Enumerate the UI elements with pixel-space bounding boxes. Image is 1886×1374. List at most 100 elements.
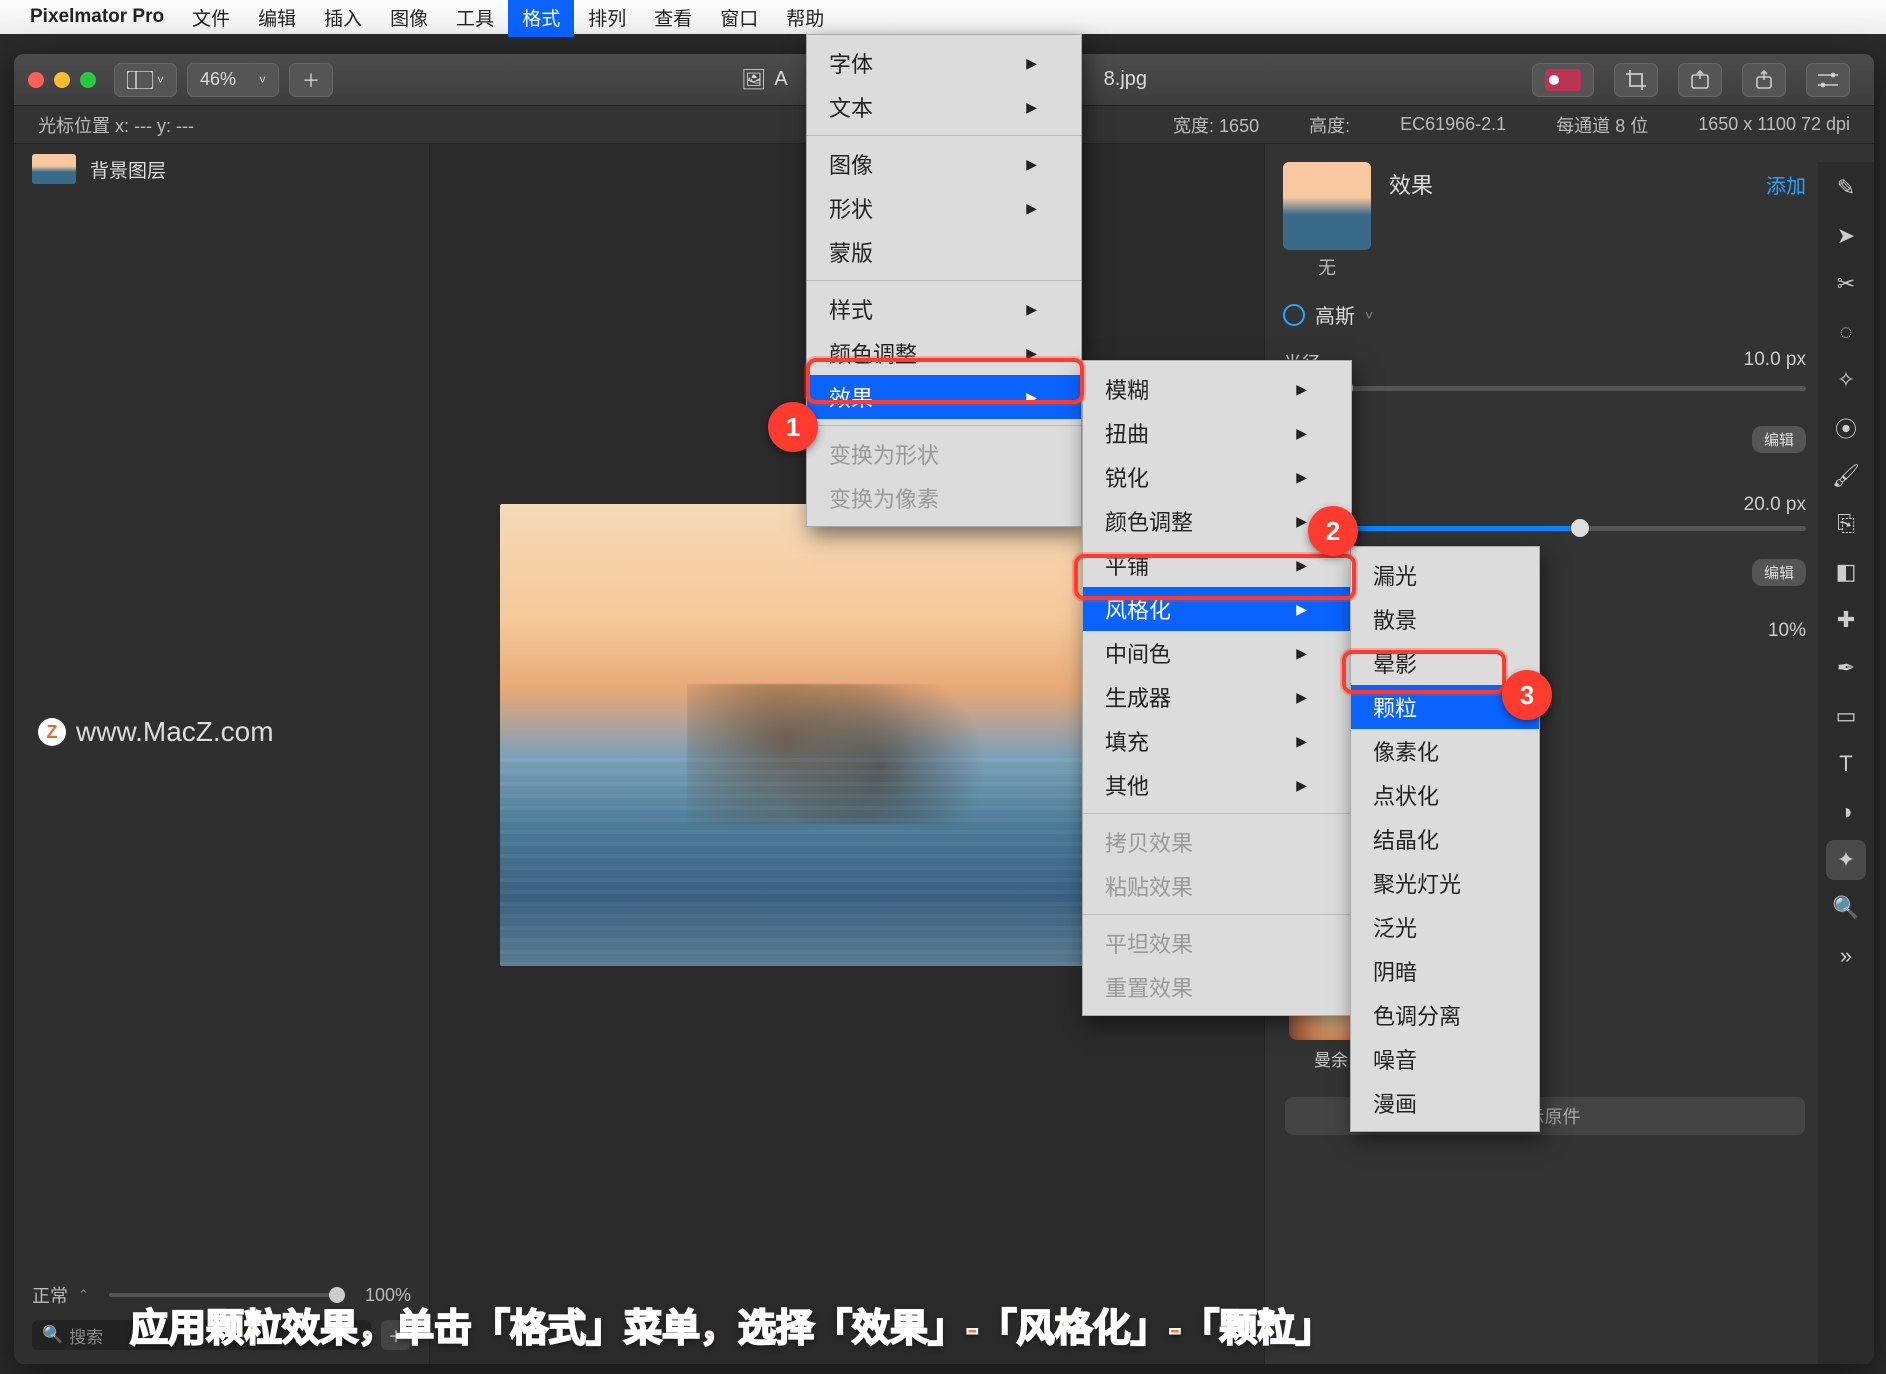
panel-title: 效果 — [1389, 168, 1433, 200]
minimize-icon[interactable] — [54, 72, 70, 88]
radius-slider[interactable] — [1283, 386, 1806, 391]
pen-tool-icon[interactable]: ✒ — [1826, 648, 1866, 688]
stylize-item[interactable]: 阴暗 — [1351, 949, 1539, 993]
eraser-tool-icon[interactable]: ◧ — [1826, 552, 1866, 592]
stylize-item[interactable]: 漏光 — [1351, 553, 1539, 597]
blend-mode-dropdown[interactable]: 正常 — [32, 1282, 68, 1308]
menu-image[interactable]: 图像 — [376, 0, 442, 37]
ml-enhance-button[interactable] — [1532, 63, 1594, 97]
menu-arrange[interactable]: 排列 — [574, 0, 640, 37]
submenu-arrow-icon: ▶ — [1026, 55, 1037, 72]
edit-button[interactable]: 编辑 — [1752, 426, 1806, 453]
layer-thumbnail — [32, 154, 76, 184]
stylize-submenu: 漏光 散景 晕影 颗粒 像素化 点状化 结晶化 聚光灯光 泛光 阴暗 色调分离 … — [1350, 546, 1540, 1132]
stylize-item[interactable]: 漫画 — [1351, 1081, 1539, 1125]
adjustments-button[interactable] — [1806, 63, 1850, 97]
color-profile: EC61966-2.1 — [1400, 114, 1506, 135]
stylize-item[interactable]: 色调分离 — [1351, 993, 1539, 1037]
stylize-item[interactable]: 噪音 — [1351, 1037, 1539, 1081]
stylize-item[interactable]: 聚光灯光 — [1351, 861, 1539, 905]
zoom-dropdown[interactable]: 46%˅ — [187, 63, 279, 97]
menu-item-styles[interactable]: 样式▶ — [807, 287, 1081, 331]
submenu-item-blur[interactable]: 模糊▶ — [1083, 367, 1351, 411]
export-button[interactable] — [1678, 63, 1722, 97]
menu-help[interactable]: 帮助 — [772, 0, 838, 37]
crop-tool-icon[interactable]: ✂ — [1826, 264, 1866, 304]
menu-item-shape[interactable]: 形状▶ — [807, 186, 1081, 230]
menu-item-text[interactable]: 文本▶ — [807, 85, 1081, 129]
stylize-item[interactable]: 泛光 — [1351, 905, 1539, 949]
fullscreen-icon[interactable] — [80, 72, 96, 88]
ml-icon — [1545, 69, 1581, 91]
submenu-item-reset-effects: 重置效果 — [1083, 965, 1351, 1009]
annotation-highlight-1 — [806, 358, 1084, 404]
search-tool-icon[interactable]: 🔍 — [1826, 888, 1866, 928]
radius-value: 10.0 px — [1744, 349, 1806, 376]
heal-tool-icon[interactable]: ✚ — [1826, 600, 1866, 640]
submenu-item-sharpen[interactable]: 锐化▶ — [1083, 455, 1351, 499]
annotation-highlight-2 — [1074, 554, 1356, 600]
effects-tool-icon[interactable]: ✦ — [1826, 840, 1866, 880]
close-icon[interactable] — [28, 72, 44, 88]
format-menu: 字体▶ 文本▶ 图像▶ 形状▶ 蒙版 样式▶ 颜色调整▶ 效果▶ 变换为形状 变… — [806, 34, 1082, 527]
submenu-item-other[interactable]: 其他▶ — [1083, 763, 1351, 807]
edit-button-2[interactable]: 编辑 — [1752, 559, 1806, 586]
clone-tool-icon[interactable]: ⎘ — [1826, 504, 1866, 544]
menu-item-image[interactable]: 图像▶ — [807, 142, 1081, 186]
paint-tool-icon[interactable]: 🖌 — [1826, 456, 1866, 496]
color-tool-icon[interactable]: ◑ — [1826, 792, 1866, 832]
mac-menubar: Pixelmator Pro 文件 编辑 插入 图像 工具 格式 排列 查看 窗… — [0, 0, 1886, 34]
share-button[interactable] — [1742, 63, 1786, 97]
submenu-arrow-icon: ▶ — [1026, 301, 1037, 318]
param-slider[interactable] — [1283, 526, 1806, 531]
none-label: 无 — [1283, 254, 1371, 280]
zoom-value: 46% — [200, 69, 236, 90]
submenu-item-copy-effects: 拷贝效果 — [1083, 820, 1351, 864]
watermark-text: Z www.MacZ.com — [14, 698, 429, 766]
chevron-down-icon: ˅ — [1365, 307, 1373, 323]
add-effect-button[interactable]: 添加 — [1766, 170, 1806, 199]
menu-format[interactable]: 格式 — [508, 0, 574, 37]
brush-tool-icon[interactable]: ✎ — [1826, 168, 1866, 208]
layer-row[interactable]: 背景图层 — [14, 144, 429, 194]
effect-gaussian-row[interactable]: 高斯 ˅ — [1283, 300, 1806, 329]
crop-button[interactable] — [1614, 63, 1658, 97]
canvas-height: 高度: — [1309, 112, 1350, 138]
menu-item-mask[interactable]: 蒙版 — [807, 230, 1081, 274]
lasso-tool-icon[interactable]: ◌ — [1826, 312, 1866, 352]
menu-item-font[interactable]: 字体▶ — [807, 41, 1081, 85]
effect-name: 高斯 — [1315, 300, 1355, 329]
add-button[interactable]: ＋ — [289, 63, 333, 97]
submenu-item-generator[interactable]: 生成器▶ — [1083, 675, 1351, 719]
stylize-item[interactable]: 散景 — [1351, 597, 1539, 641]
text-tool-icon[interactable]: T — [1826, 744, 1866, 784]
wand-tool-icon[interactable]: ✧ — [1826, 360, 1866, 400]
stylize-item[interactable]: 像素化 — [1351, 729, 1539, 773]
submenu-arrow-icon: ▶ — [1026, 156, 1037, 173]
effect-enable-toggle[interactable] — [1283, 304, 1305, 326]
sidebar-toggle-button[interactable]: ˅ — [114, 63, 177, 97]
submenu-item-fill[interactable]: 填充▶ — [1083, 719, 1351, 763]
menu-file[interactable]: 文件 — [178, 0, 244, 37]
more-tool-icon[interactable]: » — [1826, 936, 1866, 976]
search-icon: 🔍 — [42, 1325, 63, 1345]
menu-tools[interactable]: 工具 — [442, 0, 508, 37]
image-dimensions: 1650 x 1100 72 dpi — [1698, 114, 1850, 135]
arrow-tool-icon[interactable]: ➤ — [1826, 216, 1866, 256]
menu-insert[interactable]: 插入 — [310, 0, 376, 37]
dropper-tool-icon[interactable]: ⦿ — [1826, 408, 1866, 448]
tutorial-caption: 应用颗粒效果，单击「格式」菜单，选择「效果」-「风格化」-「颗粒」 — [130, 1297, 1333, 1352]
shape-tool-icon[interactable]: ▭ — [1826, 696, 1866, 736]
stylize-item[interactable]: 结晶化 — [1351, 817, 1539, 861]
menu-edit[interactable]: 编辑 — [244, 0, 310, 37]
menu-window[interactable]: 窗口 — [706, 0, 772, 37]
submenu-item-distort[interactable]: 扭曲▶ — [1083, 411, 1351, 455]
watermark-icon: Z — [38, 718, 66, 746]
annotation-badge-3: 3 — [1502, 670, 1552, 720]
filename-prefix: A — [774, 68, 787, 91]
stylize-item[interactable]: 点状化 — [1351, 773, 1539, 817]
annotation-badge-1: 1 — [768, 402, 818, 452]
menu-view[interactable]: 查看 — [640, 0, 706, 37]
filename: 8.jpg — [1104, 68, 1147, 91]
submenu-item-halftone[interactable]: 中间色▶ — [1083, 631, 1351, 675]
